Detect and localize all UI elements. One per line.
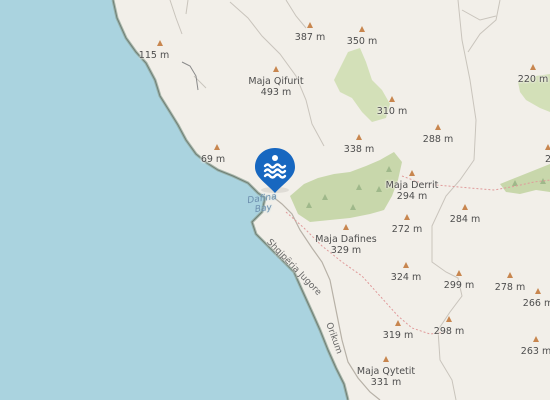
swimming-icon [263, 155, 287, 179]
peak-icon [544, 144, 550, 150]
peak-icon [355, 134, 362, 140]
peak-icon [532, 336, 539, 342]
peak-label: 350 m [347, 36, 377, 47]
peak-icon [272, 66, 279, 72]
peak-elevation: 69 m [200, 154, 226, 165]
peak-icon [342, 224, 349, 230]
peak-elevation: 284 m [449, 214, 481, 225]
peak-label: 324 m [391, 272, 421, 283]
peak-elevation: 294 m [396, 191, 428, 202]
peak-label: 272 m [392, 224, 422, 235]
peak-label: Maja Qifurit 493 m [248, 76, 303, 98]
peak-icon [358, 26, 365, 32]
peak-icon [213, 144, 220, 150]
peak-elevation: 263 m [520, 346, 550, 357]
peak-icon [506, 272, 513, 278]
peak-label: 319 m [383, 330, 413, 341]
peak-elevation: 387 m [294, 32, 326, 43]
peak-elevation: 288 m [422, 134, 454, 145]
peak-label: 220 m [518, 74, 548, 85]
peak-label: 288 m [423, 134, 453, 145]
peak-icon [382, 356, 389, 362]
peak-icon [403, 214, 410, 220]
ridge-mark [181, 61, 199, 91]
peak-icon [434, 124, 441, 130]
peak-icon [402, 262, 409, 268]
peak-label: 338 m [344, 144, 374, 155]
peak-elevation: 299 m [443, 280, 475, 291]
poi-marker[interactable] [254, 146, 296, 194]
peak-label: 278 m [495, 282, 525, 293]
peak-icon [461, 204, 468, 210]
peak-elevation: 338 m [343, 144, 375, 155]
peak-elevation: 115 m [138, 50, 170, 61]
peak-elevation: 331 m [370, 377, 402, 388]
peak-label: 263 m [521, 346, 550, 357]
peak-label: Maja Derrit 294 m [386, 180, 439, 202]
peak-elevation: 310 m [376, 106, 408, 117]
peak-elevation: 493 m [260, 87, 292, 98]
peak-label: 266 m [523, 298, 550, 309]
bay-label: Dafina Bay [246, 192, 278, 216]
peak-label: 310 m [377, 106, 407, 117]
peak-elevation: 319 m [382, 330, 414, 341]
peak-icon [445, 316, 452, 322]
peak-icon [388, 96, 395, 102]
peak-icon [455, 270, 462, 276]
peak-icon [156, 40, 163, 46]
peak-elevation: 324 m [390, 272, 422, 283]
peak-elevation: 272 m [391, 224, 423, 235]
peak-icon [408, 170, 415, 176]
peak-elevation: 2 [544, 154, 550, 165]
peak-label: 284 m [450, 214, 480, 225]
peak-elevation: 298 m [433, 326, 465, 337]
map-canvas[interactable]: Dafina Bay Shqipëria Jugore Orikum 387 m… [0, 0, 550, 400]
peak-elevation: 266 m [522, 298, 550, 309]
peak-label: 298 m [434, 326, 464, 337]
peak-name: Maja Qytetit [356, 366, 416, 377]
peak-label: Maja Dafines 329 m [315, 234, 376, 256]
peak-name: Maja Qifurit [248, 76, 304, 87]
peak-name: Maja Derrit [385, 180, 439, 191]
peak-elevation: 350 m [346, 36, 378, 47]
peak-label: 69 m [201, 154, 225, 165]
peak-elevation: 278 m [494, 282, 526, 293]
peak-name: Maja Dafines [315, 234, 377, 245]
peak-icon [306, 22, 313, 28]
peak-label: 299 m [444, 280, 474, 291]
peak-icon [394, 320, 401, 326]
peak-label: Maja Qytetit 331 m [357, 366, 415, 388]
peak-elevation: 220 m [517, 74, 549, 85]
peak-icon [534, 288, 541, 294]
peak-label: 2 [545, 154, 550, 165]
peak-icon [529, 64, 536, 70]
peak-label: 387 m [295, 32, 325, 43]
peak-label: 115 m [139, 50, 169, 61]
peak-elevation: 329 m [330, 245, 362, 256]
